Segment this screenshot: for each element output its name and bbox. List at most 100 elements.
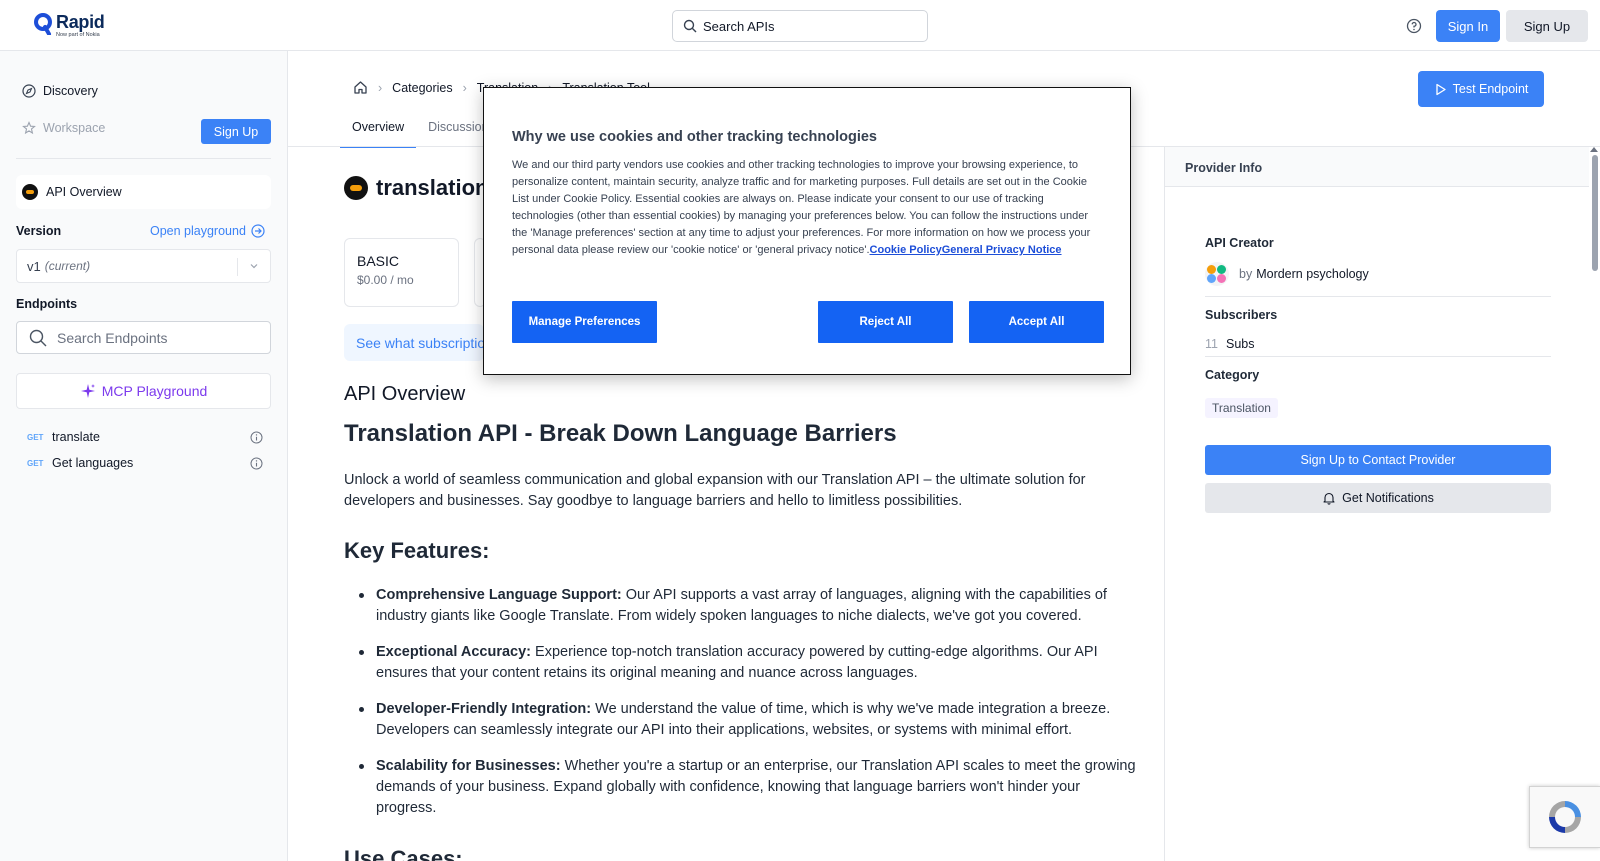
subscribers-count: 11 Subs — [1205, 337, 1254, 351]
search-endpoints-placeholder: Search Endpoints — [57, 329, 168, 346]
contact-provider-button[interactable]: Sign Up to Contact Provider — [1205, 445, 1551, 475]
overview-heading: API Overview — [344, 383, 466, 405]
plan-card-basic[interactable]: BASIC $0.00 / mo — [344, 238, 459, 307]
key-features-heading: Key Features: — [344, 538, 490, 563]
accept-all-button[interactable]: Accept All — [969, 301, 1104, 343]
play-icon — [1435, 83, 1446, 95]
logo-name: Rapid — [56, 12, 105, 32]
api-name: translation — [376, 175, 489, 200]
sparkles-icon — [80, 384, 95, 398]
use-cases-heading: Use Cases: — [344, 846, 463, 861]
breadcrumb-categories[interactable]: Categories — [392, 81, 452, 95]
sidebar: Discovery Workspace Sign Up API Overview… — [0, 51, 288, 861]
cookie-title: Why we use cookies and other tracking te… — [512, 129, 877, 145]
mcp-playground-label: MCP Playground — [101, 383, 208, 399]
rapid-logo[interactable]: Rapid Now part of Nokia — [34, 13, 105, 39]
api-creator[interactable]: by Mordern psychology — [1205, 262, 1369, 286]
get-notifications-button[interactable]: Get Notifications — [1205, 483, 1551, 513]
logo-subtitle: Now part of Nokia — [56, 32, 100, 38]
scroll-up-arrow[interactable] — [1590, 147, 1598, 152]
divider — [1205, 356, 1551, 357]
tab-overview[interactable]: Overview — [340, 112, 417, 148]
provider-info-header: Provider Info — [1165, 147, 1589, 187]
search-icon — [29, 329, 47, 346]
sidebar-item-workspace-label: Workspace — [43, 121, 106, 135]
tab-bar: Overview Discussions — [340, 112, 507, 148]
divider — [1205, 296, 1551, 297]
list-item: Developer-Friendly Integration: We under… — [344, 699, 1144, 741]
cookie-body-text: We and our third party vendors use cooki… — [512, 159, 1091, 256]
list-item: Comprehensive Language Support: Our API … — [344, 585, 1144, 627]
reject-all-button[interactable]: Reject All — [818, 301, 953, 343]
version-note: (current) — [44, 259, 91, 273]
chevron-down-icon — [250, 264, 258, 269]
sidebar-item-api-overview-label: API Overview — [46, 185, 122, 199]
sign-up-button[interactable]: Sign Up — [1506, 10, 1588, 42]
cookie-policy-link[interactable]: Cookie Policy — [870, 244, 942, 256]
endpoints-label: Endpoints — [16, 297, 78, 311]
list-item: Scalability for Businesses: Whether you'… — [344, 756, 1144, 819]
version-select[interactable]: v1 (current) — [16, 249, 271, 283]
search-apis-placeholder: Search APIs — [703, 18, 775, 34]
endpoint-name: Get languages — [52, 456, 134, 470]
info-icon[interactable] — [250, 457, 263, 470]
get-notifications-label: Get Notifications — [1342, 491, 1434, 505]
search-icon — [683, 19, 697, 33]
sidebar-item-discovery[interactable]: Discovery — [22, 84, 98, 98]
api-title: translation — [344, 175, 488, 201]
version-label: Version — [16, 224, 62, 238]
cookie-body: We and our third party vendors use cooki… — [512, 157, 1106, 259]
recaptcha-badge[interactable] — [1529, 786, 1600, 848]
article-intro: Unlock a world of seamless communication… — [344, 472, 1086, 509]
sidebar-divider — [16, 158, 271, 159]
sign-in-button[interactable]: Sign In — [1436, 10, 1500, 42]
endpoint-method: GET — [27, 458, 44, 468]
recaptcha-icon — [1549, 801, 1581, 833]
info-icon[interactable] — [250, 431, 263, 444]
category-badge[interactable]: Translation — [1205, 398, 1278, 418]
provider-panel: Provider Info API Creator by Mordern psy… — [1164, 147, 1600, 861]
scrollbar[interactable] — [1592, 155, 1598, 271]
list-item: Exceptional Accuracy: Experience top-not… — [344, 642, 1144, 684]
creator-by: by — [1239, 267, 1253, 281]
plan-price: $0.00 / mo — [357, 273, 414, 287]
endpoint-item-get-languages[interactable]: GET Get languages — [27, 456, 263, 470]
chevron-right-icon: › — [378, 80, 383, 95]
mcp-playground-button[interactable]: MCP Playground — [16, 373, 271, 409]
sidebar-item-workspace[interactable]: Workspace — [22, 121, 105, 135]
sidebar-item-api-overview[interactable]: API Overview — [16, 175, 271, 209]
endpoint-method: GET — [27, 432, 44, 442]
compass-icon — [22, 84, 36, 98]
api-logo-icon — [22, 184, 38, 200]
article-title: Translation API - Break Down Language Ba… — [344, 420, 897, 447]
cookie-consent-dialog: Why we use cookies and other tracking te… — [483, 87, 1131, 375]
creator-name: Mordern psychology — [1256, 267, 1369, 281]
sidebar-item-discovery-label: Discovery — [43, 84, 98, 98]
search-apis-input[interactable]: Search APIs — [672, 10, 928, 42]
arrow-circle-right-icon — [251, 224, 265, 238]
star-icon — [22, 121, 36, 135]
plan-name: BASIC — [357, 253, 400, 269]
feature-title: Scalability for Businesses: — [376, 758, 561, 774]
manage-preferences-button[interactable]: Manage Preferences — [512, 301, 657, 343]
home-icon[interactable] — [353, 80, 368, 95]
open-playground-label: Open playground — [150, 224, 246, 238]
api-creator-label: API Creator — [1205, 236, 1274, 250]
endpoint-name: translate — [52, 430, 100, 444]
test-endpoint-button[interactable]: Test Endpoint — [1418, 71, 1544, 107]
endpoint-item-translate[interactable]: GET translate — [27, 430, 263, 444]
subscription-banner[interactable]: See what subscription — [344, 324, 484, 361]
open-playground-link[interactable]: Open playground — [150, 224, 265, 238]
feature-title: Exceptional Accuracy: — [376, 644, 531, 660]
features-list: Comprehensive Language Support: Our API … — [344, 585, 1144, 834]
feature-title: Comprehensive Language Support: — [376, 587, 622, 603]
sidebar-sign-up-button[interactable]: Sign Up — [201, 119, 271, 144]
chevron-right-icon: › — [462, 80, 467, 95]
privacy-notice-link[interactable]: General Privacy Notice — [942, 244, 1062, 256]
api-logo-icon — [344, 176, 368, 200]
avatar — [1205, 262, 1229, 286]
help-icon[interactable] — [1406, 18, 1422, 37]
test-endpoint-label: Test Endpoint — [1452, 82, 1529, 96]
search-endpoints-input[interactable]: Search Endpoints — [16, 321, 271, 354]
subscribers-label: Subscribers — [1205, 308, 1278, 322]
